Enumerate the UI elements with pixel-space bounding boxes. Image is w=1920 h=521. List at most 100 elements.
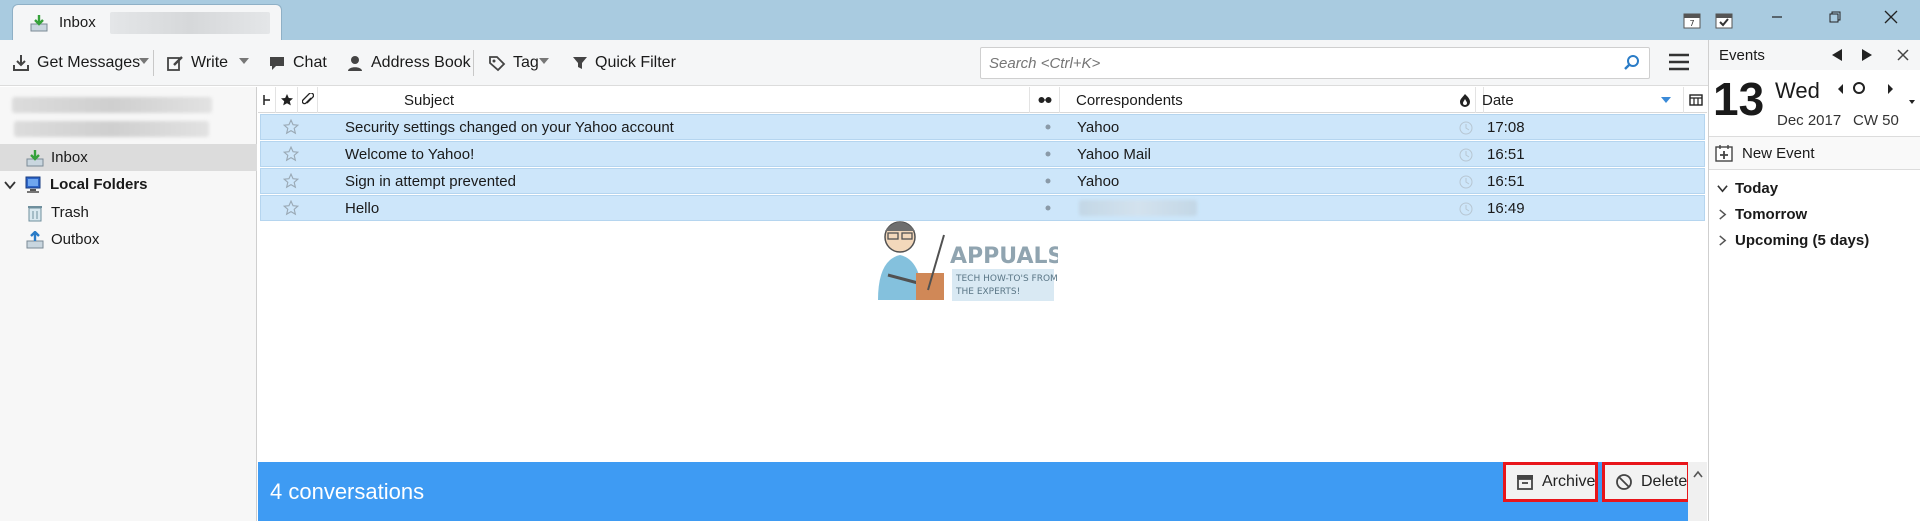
delete-button[interactable]: Delete	[1602, 462, 1690, 502]
new-event-button[interactable]: New Event	[1709, 136, 1920, 170]
tag-dropdown[interactable]	[539, 58, 549, 64]
message-row[interactable]: Sign in attempt prevented Yahoo 16:51	[260, 168, 1705, 194]
download-icon	[12, 54, 37, 72]
star-outline-icon[interactable]	[283, 146, 299, 162]
watermark-tagline-2: THE EXPERTS!	[955, 287, 1020, 297]
junk-status-icon[interactable]	[1459, 202, 1473, 216]
tag-button[interactable]: Tag	[488, 51, 539, 75]
junk-status-icon[interactable]	[1459, 121, 1473, 135]
folder-local-folders-label: Local Folders	[50, 176, 148, 193]
folder-pane: Inbox Local Folders Trash Outbox	[0, 87, 257, 521]
column-picker[interactable]	[1684, 87, 1707, 113]
read-status-column-header[interactable]	[1030, 87, 1060, 113]
chat-bubble-icon	[268, 54, 293, 72]
read-dot-icon[interactable]	[1045, 178, 1051, 184]
outbox-icon	[26, 230, 51, 249]
events-tomorrow-group[interactable]: Tomorrow	[1717, 206, 1807, 223]
subject-column-header[interactable]: Subject	[318, 87, 1030, 113]
restore-button[interactable]	[1808, 0, 1862, 34]
search-icon[interactable]	[1623, 54, 1641, 72]
sort-descending-icon	[1661, 97, 1671, 103]
filter-funnel-icon	[572, 55, 595, 71]
write-label: Write	[191, 54, 229, 71]
tab-inbox[interactable]: Inbox	[12, 4, 282, 40]
message-row[interactable]: Security settings changed on your Yahoo …	[260, 114, 1705, 140]
previous-day-button[interactable]	[1831, 48, 1843, 62]
chevron-up-icon	[1692, 470, 1703, 521]
archive-button[interactable]: Archive	[1503, 462, 1598, 502]
quick-filter-label: Quick Filter	[595, 54, 676, 71]
star-outline-icon[interactable]	[283, 173, 299, 189]
scroll-up-button[interactable]	[1688, 462, 1707, 521]
read-dot-icon[interactable]	[1045, 124, 1051, 130]
get-messages-button[interactable]: Get Messages	[12, 51, 140, 75]
message-date: 16:51	[1487, 173, 1525, 190]
address-book-button[interactable]: Address Book	[346, 51, 471, 75]
events-upcoming-label: Upcoming (5 days)	[1735, 232, 1870, 249]
message-date: 16:49	[1487, 200, 1525, 217]
date-column-label: Date	[1482, 91, 1514, 109]
chevron-right-icon	[1717, 235, 1735, 246]
search-input[interactable]	[981, 48, 1611, 78]
tag-label: Tag	[513, 54, 539, 71]
chevron-right-icon	[1717, 209, 1735, 220]
correspondents-column-header[interactable]: Correspondents	[1060, 87, 1484, 113]
watermark-tagline-1: TECH HOW-TO'S FROM	[955, 274, 1058, 284]
folder-trash[interactable]: Trash	[0, 199, 257, 226]
chevron-down-icon	[1717, 183, 1735, 194]
app-menu-button[interactable]	[1668, 51, 1690, 73]
date-column-header[interactable]: Date	[1476, 87, 1684, 113]
next-date-button[interactable]	[1887, 84, 1893, 94]
events-today-group[interactable]: Today	[1717, 180, 1778, 197]
today-circle-button[interactable]	[1852, 81, 1866, 95]
events-title: Events	[1719, 46, 1765, 64]
minimize-button[interactable]	[1750, 0, 1804, 34]
message-correspondent: Yahoo	[1077, 119, 1120, 136]
message-row[interactable]: Welcome to Yahoo! Yahoo Mail 16:51	[260, 141, 1705, 167]
toolbar-separator	[153, 50, 154, 76]
hamburger-menu-icon	[1668, 51, 1690, 73]
next-day-button[interactable]	[1861, 48, 1873, 62]
events-today-label: Today	[1735, 180, 1779, 197]
message-list-pane: Subject Correspondents Date Security set…	[258, 87, 1707, 521]
previous-date-button[interactable]	[1838, 84, 1844, 94]
get-messages-dropdown[interactable]	[139, 58, 149, 64]
chevron-down-icon[interactable]	[4, 179, 23, 191]
new-event-label: New Event	[1742, 144, 1815, 162]
star-outline-icon[interactable]	[283, 200, 299, 216]
calendar-tab-icon[interactable]: 7	[1680, 8, 1704, 32]
tasks-tab-icon[interactable]	[1712, 8, 1736, 32]
read-status-icon	[1038, 95, 1052, 105]
message-date: 16:51	[1487, 146, 1525, 163]
subject-column-label: Subject	[404, 91, 455, 109]
events-upcoming-group[interactable]: Upcoming (5 days)	[1717, 232, 1869, 249]
write-dropdown[interactable]	[239, 58, 249, 64]
read-dot-icon[interactable]	[1045, 151, 1051, 157]
junk-status-column-header[interactable]	[1454, 87, 1476, 113]
tab-label: Inbox	[59, 14, 96, 31]
close-window-button[interactable]	[1864, 0, 1918, 34]
read-dot-icon[interactable]	[1045, 205, 1051, 211]
pencil-icon	[166, 54, 191, 72]
folder-local-folders[interactable]: Local Folders	[0, 171, 257, 198]
account-email-redacted	[14, 121, 209, 137]
quick-filter-button[interactable]: Quick Filter	[572, 51, 676, 75]
attachment-column-header[interactable]	[298, 87, 318, 113]
chat-button[interactable]: Chat	[268, 51, 327, 75]
computer-icon	[23, 175, 50, 195]
write-button[interactable]: Write	[166, 51, 228, 75]
trash-icon	[26, 204, 51, 222]
junk-status-icon[interactable]	[1459, 148, 1473, 162]
close-events-button[interactable]	[1897, 49, 1909, 61]
star-outline-icon[interactable]	[283, 119, 299, 135]
folder-outbox[interactable]: Outbox	[0, 226, 257, 253]
calendar-dropdown[interactable]	[1909, 100, 1915, 104]
junk-status-icon[interactable]	[1459, 175, 1473, 189]
message-date: 17:08	[1487, 119, 1525, 136]
starred-column-header[interactable]	[276, 87, 298, 113]
prohibited-icon	[1615, 473, 1641, 491]
search-box[interactable]	[980, 47, 1650, 79]
correspondent-redacted	[1079, 200, 1197, 216]
thread-column-header[interactable]	[258, 87, 276, 113]
folder-inbox[interactable]: Inbox	[0, 144, 257, 171]
